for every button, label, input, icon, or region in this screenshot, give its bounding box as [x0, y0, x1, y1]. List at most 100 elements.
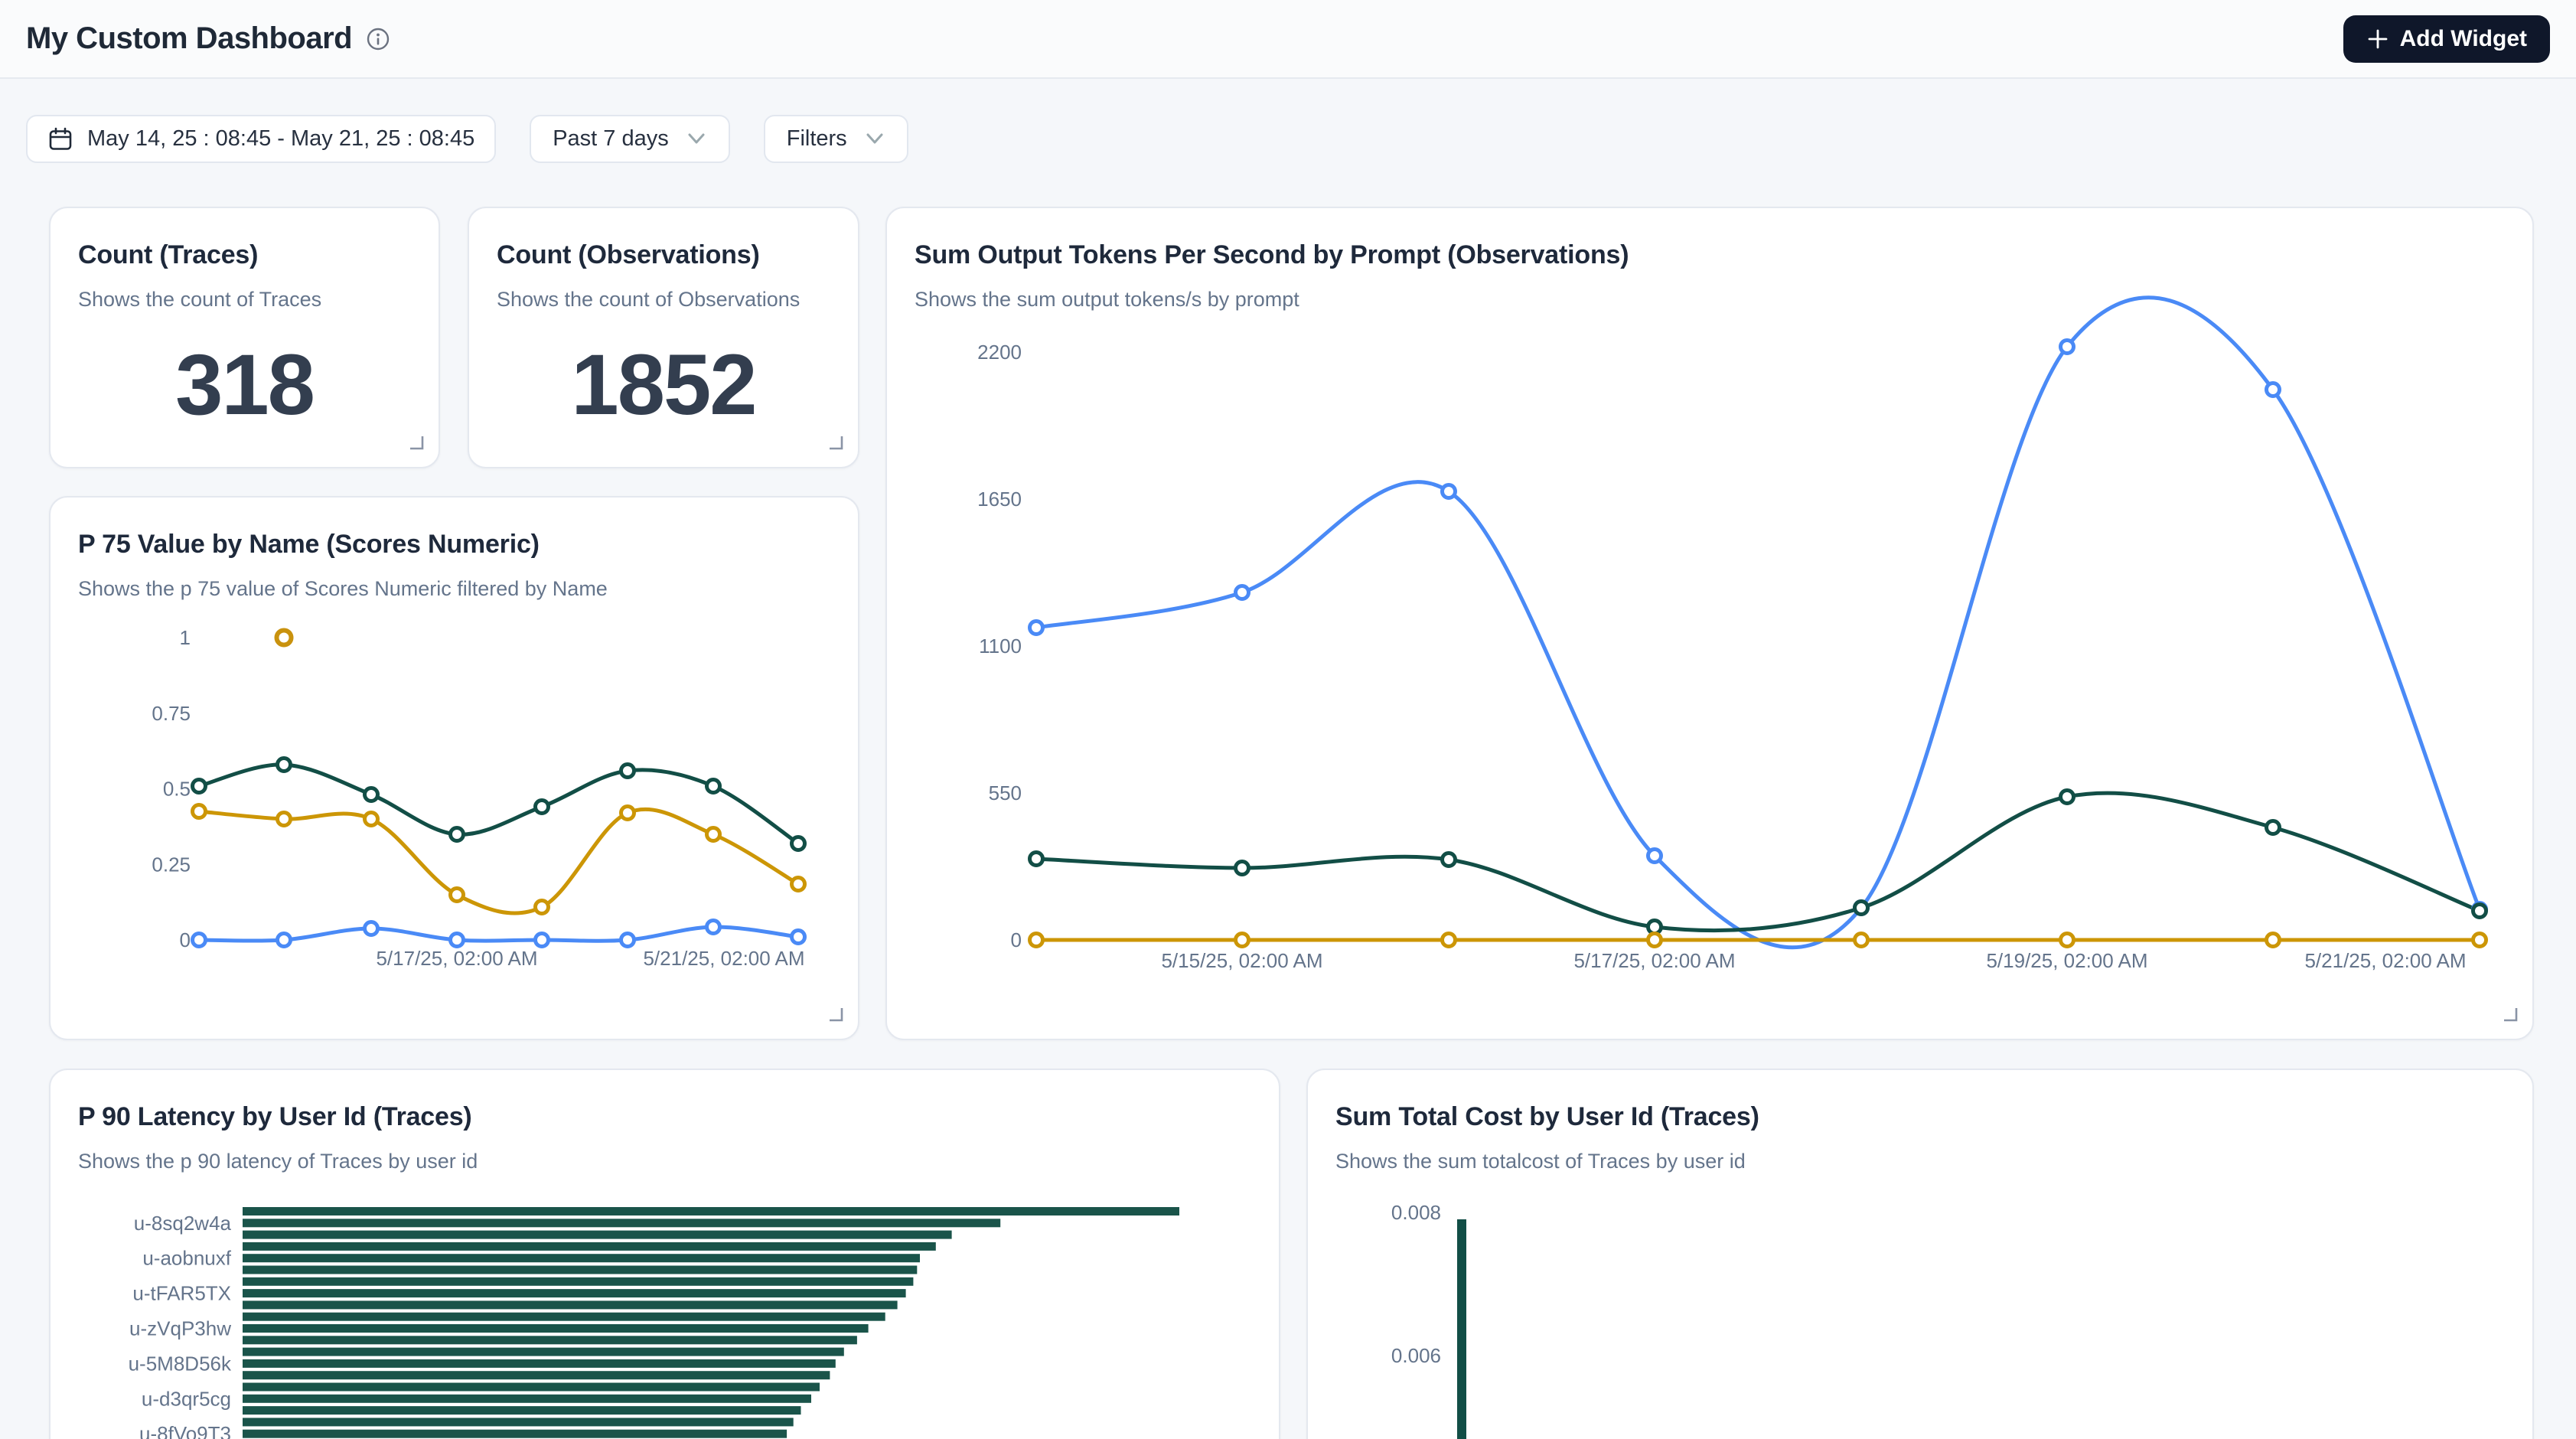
date-range-picker[interactable]: May 14, 25 : 08:45 - May 21, 25 : 08:45: [26, 115, 496, 163]
widget-total-cost-chart: Sum Total Cost by User Id (Traces) Shows…: [1306, 1069, 2534, 1439]
data-point: [2061, 791, 2074, 804]
y-axis-tick: 0.75: [152, 702, 191, 725]
data-point: [278, 813, 291, 826]
line-series-prompt-blue: [1036, 298, 2480, 948]
data-point: [2061, 341, 2074, 354]
widget-count-observations: Count (Observations) Shows the count of …: [468, 207, 859, 468]
data-point: [536, 801, 549, 814]
x-axis-tick: 5/15/25, 02:00 AM: [1161, 949, 1322, 972]
x-axis-tick: 5/21/25, 02:00 AM: [2304, 949, 2466, 972]
data-point: [1443, 853, 1456, 866]
x-axis-tick: 5/21/25, 02:00 AM: [643, 947, 804, 970]
bar: [243, 1254, 920, 1262]
data-point: [365, 788, 378, 801]
chevron-down-icon: [686, 132, 707, 147]
time-preset-dropdown[interactable]: Past 7 days: [530, 115, 730, 163]
data-point: [451, 934, 464, 947]
bar: [243, 1418, 794, 1426]
calendar-icon: [47, 126, 73, 152]
y-axis-category-label: u-zVqP3hw: [129, 1317, 231, 1340]
data-point: [2473, 905, 2486, 918]
bar: [243, 1231, 952, 1239]
bar: [243, 1242, 936, 1251]
widget-subtitle: Shows the count of Traces: [78, 288, 321, 312]
y-axis-category-label: u-aobnuxf: [142, 1247, 231, 1270]
resize-handle-icon[interactable]: [406, 432, 425, 455]
bar: [243, 1348, 844, 1356]
bar: [243, 1406, 801, 1415]
data-point: [2267, 934, 2280, 947]
data-point: [1855, 902, 1868, 915]
add-widget-label: Add Widget: [2400, 26, 2527, 52]
data-point: [451, 828, 464, 841]
resize-handle-icon[interactable]: [2500, 1004, 2519, 1026]
resize-handle-icon[interactable]: [826, 1004, 844, 1026]
cost-bar-chart[interactable]: 0.0080.006: [1308, 1070, 2535, 1439]
bar: [243, 1277, 913, 1286]
widget-p90-latency-chart: P 90 Latency by User Id (Traces) Shows t…: [49, 1069, 1280, 1439]
resize-handle-icon[interactable]: [826, 432, 844, 455]
count-value: 1852: [469, 335, 858, 434]
data-point: [278, 759, 291, 772]
bar: [243, 1336, 857, 1344]
widget-p75-scores-chart: P 75 Value by Name (Scores Numeric) Show…: [49, 496, 859, 1040]
data-point: [2267, 383, 2280, 396]
data-point: [451, 889, 464, 902]
data-point: [2267, 821, 2280, 834]
y-axis-category-label: u-5M8D56k: [129, 1352, 232, 1375]
bar: [243, 1207, 1179, 1215]
y-axis-category-label: u-8fVo9T3: [139, 1422, 231, 1439]
data-point: [1648, 934, 1661, 947]
bar: [243, 1371, 830, 1379]
y-axis-tick: 1100: [979, 635, 1022, 658]
count-value: 318: [51, 335, 439, 434]
y-axis-tick: 0.25: [152, 853, 191, 876]
y-axis-tick: 0: [1011, 928, 1022, 951]
bar: [243, 1383, 820, 1392]
info-icon[interactable]: [366, 27, 390, 51]
filters-dropdown[interactable]: Filters: [764, 115, 908, 163]
data-point: [707, 780, 720, 793]
data-point: [193, 934, 206, 947]
y-axis-category-label: u-8sq2w4a: [134, 1212, 232, 1235]
p75-line-chart[interactable]: 00.250.50.7515/17/25, 02:00 AM5/21/25, 0…: [51, 498, 861, 1042]
data-point: [1648, 921, 1661, 934]
y-axis-category-label: u-d3qr5cg: [142, 1387, 231, 1410]
bar: [243, 1313, 885, 1321]
x-axis-tick: 5/17/25, 02:00 AM: [1573, 949, 1735, 972]
add-widget-button[interactable]: Add Widget: [2343, 15, 2550, 63]
data-point: [1236, 586, 1249, 599]
y-axis-tick: 1: [180, 626, 191, 649]
y-axis-tick: 0.008: [1391, 1201, 1441, 1224]
y-axis-tick: 550: [989, 781, 1022, 804]
data-point: [1648, 850, 1661, 863]
data-point: [193, 780, 206, 793]
bar: [1457, 1219, 1466, 1439]
data-point: [621, 807, 634, 820]
bar: [243, 1289, 906, 1297]
data-point: [621, 934, 634, 947]
data-point: [792, 878, 805, 891]
data-point: [1855, 934, 1868, 947]
bar: [243, 1324, 869, 1333]
data-point: [536, 901, 549, 914]
bar: [243, 1266, 917, 1274]
data-point: [1236, 934, 1249, 947]
bar: [243, 1395, 811, 1403]
data-point: [365, 922, 378, 935]
p90-bar-chart[interactable]: u-8sq2w4au-aobnuxfu-tFAR5TXu-zVqP3hwu-5M…: [51, 1070, 1282, 1439]
chevron-down-icon: [864, 132, 885, 147]
tokens-line-chart[interactable]: 05501100165022005/15/25, 02:00 AM5/17/25…: [887, 208, 2535, 1042]
time-preset-value: Past 7 days: [553, 126, 669, 152]
data-point: [792, 931, 805, 944]
date-range-value: May 14, 25 : 08:45 - May 21, 25 : 08:45: [87, 126, 474, 152]
data-point: [707, 828, 720, 841]
data-point: [1236, 862, 1249, 875]
widget-title: Count (Traces): [78, 240, 258, 270]
filter-toolbar: May 14, 25 : 08:45 - May 21, 25 : 08:45 …: [26, 115, 908, 163]
page-header: My Custom Dashboard Add Widget: [0, 0, 2576, 79]
widget-count-traces: Count (Traces) Shows the count of Traces…: [49, 207, 440, 468]
data-point: [621, 765, 634, 778]
widget-title: Count (Observations): [497, 240, 760, 270]
line-series-prompt-teal: [1036, 793, 2480, 931]
